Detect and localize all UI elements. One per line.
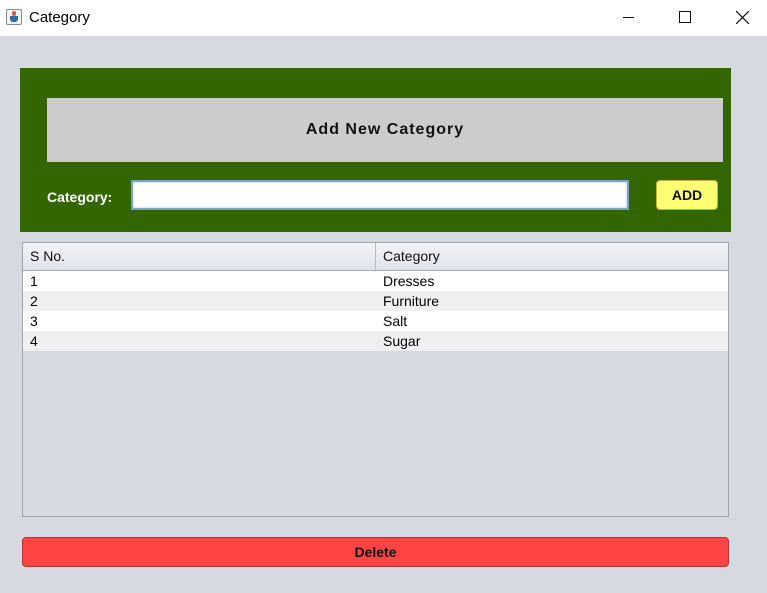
category-label: Category: — [47, 189, 113, 205]
panel-heading: Add New Category — [47, 98, 723, 162]
table-row[interactable]: 2 Furniture — [23, 291, 728, 311]
cell-category: Sugar — [383, 333, 421, 349]
cell-sno: 2 — [30, 293, 38, 309]
minimize-icon — [623, 17, 634, 18]
add-category-panel: Add New Category Category: ADD — [20, 68, 731, 232]
cell-category: Dresses — [383, 273, 435, 289]
cell-sno: 4 — [30, 333, 38, 349]
close-button[interactable] — [718, 0, 764, 36]
column-header-sno[interactable]: S No. — [23, 243, 376, 270]
cell-category: Furniture — [383, 293, 440, 309]
close-icon — [736, 11, 749, 24]
table-header: S No. Category — [23, 243, 728, 271]
cell-sno: 1 — [30, 273, 38, 289]
table-row[interactable]: 1 Dresses — [23, 271, 728, 291]
window-title: Category — [29, 9, 90, 26]
java-cup-icon — [6, 9, 22, 25]
minimize-button[interactable] — [606, 0, 652, 36]
table-row[interactable]: 4 Sugar — [23, 331, 728, 351]
maximize-button[interactable] — [660, 0, 706, 36]
maximize-icon — [679, 11, 691, 23]
category-input[interactable] — [131, 180, 629, 210]
table-body: 1 Dresses 2 Furniture 3 Salt 4 Sugar — [23, 271, 728, 351]
table-row[interactable]: 3 Salt — [23, 311, 728, 331]
cell-category: Salt — [383, 313, 408, 329]
title-bar: Category — [0, 0, 767, 36]
cell-sno: 3 — [30, 313, 38, 329]
category-table[interactable]: S No. Category 1 Dresses 2 Furniture 3 S… — [22, 242, 729, 517]
delete-button[interactable]: Delete — [22, 537, 729, 567]
column-header-category[interactable]: Category — [376, 243, 728, 270]
add-button[interactable]: ADD — [656, 180, 718, 210]
